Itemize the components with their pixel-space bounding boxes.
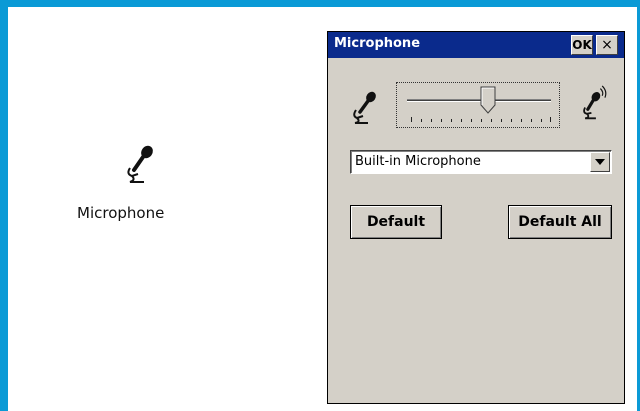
ok-button[interactable]: OK xyxy=(571,35,593,55)
close-button[interactable]: × xyxy=(596,35,618,55)
input-source-dropdown[interactable]: Built-in Microphone xyxy=(350,150,612,174)
dialog-titlebar: Microphone OK × xyxy=(328,32,624,58)
slider-thumb[interactable] xyxy=(480,86,496,114)
chevron-down-icon xyxy=(595,159,605,165)
default-all-button[interactable]: Default All xyxy=(508,205,612,239)
volume-slider[interactable] xyxy=(396,82,560,128)
frame-top-border xyxy=(0,0,640,7)
slider-ticks xyxy=(411,117,551,122)
dialog-title: Microphone xyxy=(334,36,421,51)
microphone-loud-icon xyxy=(583,85,607,120)
input-source-value: Built-in Microphone xyxy=(355,154,481,169)
frame-left-border xyxy=(0,0,8,411)
dropdown-arrow-button[interactable] xyxy=(590,152,610,172)
desktop-microphone-shortcut[interactable]: Microphone xyxy=(74,140,204,230)
microphone-low-icon xyxy=(353,91,376,124)
default-button[interactable]: Default xyxy=(350,205,442,239)
microphone-icon xyxy=(127,145,153,183)
shortcut-label: Microphone xyxy=(77,204,165,222)
microphone-dialog: Microphone OK × Built-in Microphone Defa… xyxy=(327,31,625,404)
